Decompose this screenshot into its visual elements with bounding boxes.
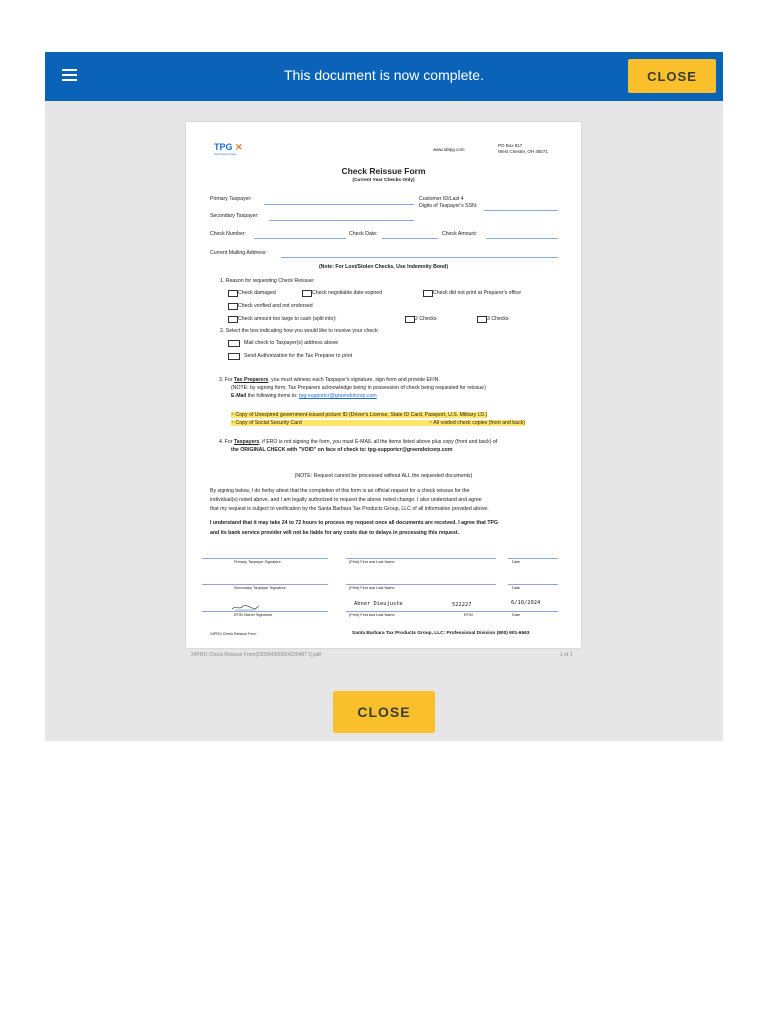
item-voided-checks: ~ All voided check copies (front and bac… <box>324 420 525 426</box>
note-lost: (Note: For Lost/Stolen Checks, Use Indem… <box>318 264 449 270</box>
page-indicator: 1 of 1 <box>560 652 573 658</box>
date-label-3: Date <box>512 613 521 617</box>
attest-line-1: By signing below, I do herby attest that… <box>210 488 470 494</box>
reason-not-printed: Check did not print at Preparer's office <box>433 290 521 296</box>
date-line-1 <box>508 558 558 559</box>
reason-not-endorsed: Check verified and not endorsed <box>238 303 313 309</box>
efin-row-line <box>346 611 558 612</box>
document-page: TPG ✕ Tax Products Group www.sbtpg.com P… <box>186 122 581 648</box>
print-label-3: (Print) First and Last Name <box>349 613 395 617</box>
close-button-bottom[interactable]: CLOSE <box>333 691 435 733</box>
secondary-signature-line <box>202 584 328 585</box>
completion-message: This document is now complete. <box>284 67 484 83</box>
understand-line-1: I understand that it may take 24 to 72 h… <box>210 520 498 526</box>
checkbox-three-checks[interactable] <box>477 316 487 323</box>
print-name-line-1 <box>346 558 496 559</box>
mailing-address-line <box>281 257 558 258</box>
reason-too-large: Check amount too large to cash (split in… <box>238 316 337 322</box>
date-label-2: Date <box>512 586 521 590</box>
checkbox-mail[interactable] <box>228 340 240 347</box>
primary-signature-line <box>202 558 328 559</box>
document-viewer: TPG ✕ Tax Products Group www.sbtpg.com P… <box>45 101 723 741</box>
check-date-label: Check Date: <box>349 231 378 237</box>
logo-tagline: Tax Products Group <box>214 153 237 156</box>
form-footer-right: Santa Barbara Tax Products Group, LLC: P… <box>352 631 530 636</box>
date-line-2 <box>508 584 558 585</box>
attest-line-3: that my request is subject to verificati… <box>210 506 489 512</box>
check-amount-line <box>486 238 558 239</box>
note-all-documents: (NOTE: Request cannot be processed witho… <box>294 473 473 479</box>
check-date-line <box>382 238 438 239</box>
logo-mark-icon: ✕ <box>235 142 243 152</box>
section4-line2: the ORIGINAL CHECK with "VOID" on face o… <box>231 447 453 453</box>
reason-three-checks: 3 Checks <box>487 316 509 322</box>
reason-damaged: Check damaged <box>238 290 276 296</box>
filled-name: Abner Dieujuste <box>354 601 403 607</box>
checkbox-not-endorsed[interactable] <box>228 303 238 310</box>
top-bar: This document is now complete. CLOSE <box>45 52 723 101</box>
attest-line-2: individual(s) noted above, and I am lega… <box>210 497 482 503</box>
efin-label: EFIN <box>464 613 473 617</box>
section1-heading: 1. Reason for requesting Check Reissue: <box>220 278 315 284</box>
pdf-filename: 24PRO Check Reissue Form[230584300934220… <box>191 652 321 658</box>
checkbox-too-large[interactable] <box>228 316 238 323</box>
po-box: PO Box 817 <box>498 143 523 148</box>
section3-note: (NOTE: by signing form, Tax Preparers ac… <box>231 385 486 391</box>
city: West Chester, OH 45071 <box>498 149 548 154</box>
reason-two-checks: 2 Checks <box>415 316 437 322</box>
check-number-label: Check Number: <box>210 231 247 237</box>
print-label-1: (Print) First and Last Name <box>349 560 395 564</box>
check-amount-label: Check Amount: <box>442 231 478 237</box>
understand-line-2: and its bank service provider will not b… <box>210 530 460 536</box>
item-ssn-card: ~ Copy of Social Security Card <box>231 420 324 426</box>
efin-owner-signature-line <box>202 611 328 612</box>
receive-send-auth: Send Authorization for the Tax Preparer … <box>244 353 353 359</box>
customer-id-label-2: Digits of Taxpayer's SSN: <box>419 203 478 209</box>
print-name-line-2 <box>346 584 496 585</box>
primary-taxpayer-label: Primary Taxpayer: <box>210 196 252 202</box>
item-picture-id: ~ Copy of Unexpired government-issued pi… <box>231 412 488 418</box>
form-footer-left: 24PRO Check Reissue Form <box>210 632 257 636</box>
filled-efin: 522227 <box>452 602 472 608</box>
filled-date: 6/10/2024 <box>511 600 541 606</box>
efin-owner-label: EFIN Owner Signature <box>234 613 273 617</box>
secondary-taxpayer-line <box>269 220 414 221</box>
customer-id-label-1: Customer ID/Last 4 <box>419 196 464 202</box>
tpg-logo: TPG ✕ <box>214 142 243 152</box>
customer-id-line <box>484 210 558 211</box>
checkbox-damaged[interactable] <box>228 290 238 297</box>
checkbox-negotiable[interactable] <box>302 290 312 297</box>
receive-mail: Mail check to Taxpayer(s) address above <box>244 340 339 346</box>
secondary-taxpayer-label: Secondary Taxpayer: <box>210 213 259 219</box>
website: www.sbtpg.com <box>433 147 465 152</box>
section2-heading: 2. Select the box indicating how you wou… <box>220 328 379 334</box>
section3-line1: 3. For Tax Preparers, you must witness e… <box>219 377 440 383</box>
checkbox-not-printed[interactable] <box>423 290 433 297</box>
section3-email-line: E-Mail the following items to: tpg-suppo… <box>231 393 377 399</box>
date-label-1: Date <box>512 560 521 564</box>
checkbox-two-checks[interactable] <box>405 316 415 323</box>
section4-line1: 4. For Taxpayers, if ERO is not signing … <box>219 439 498 445</box>
check-number-line <box>254 238 346 239</box>
close-button-top[interactable]: CLOSE <box>628 59 716 93</box>
checkbox-send-auth[interactable] <box>228 353 240 360</box>
form-subtitle: (Current Year Checks Only) <box>352 178 415 183</box>
primary-taxpayer-line <box>264 204 414 205</box>
primary-signature-label: Primary Taxpayer Signature <box>234 560 281 564</box>
secondary-signature-label: Secondary Taxpayer Signature <box>234 586 286 590</box>
print-label-2: (Print) First and Last Name <box>349 586 395 590</box>
form-title: Check Reissue Form <box>341 166 426 176</box>
mailing-address-label: Current Mailing Address: <box>210 250 267 256</box>
support-email-link[interactable]: tpg-supportcr@greendotcorp.com <box>299 393 377 399</box>
reason-negotiable: Check negotiable date expired <box>312 290 383 296</box>
